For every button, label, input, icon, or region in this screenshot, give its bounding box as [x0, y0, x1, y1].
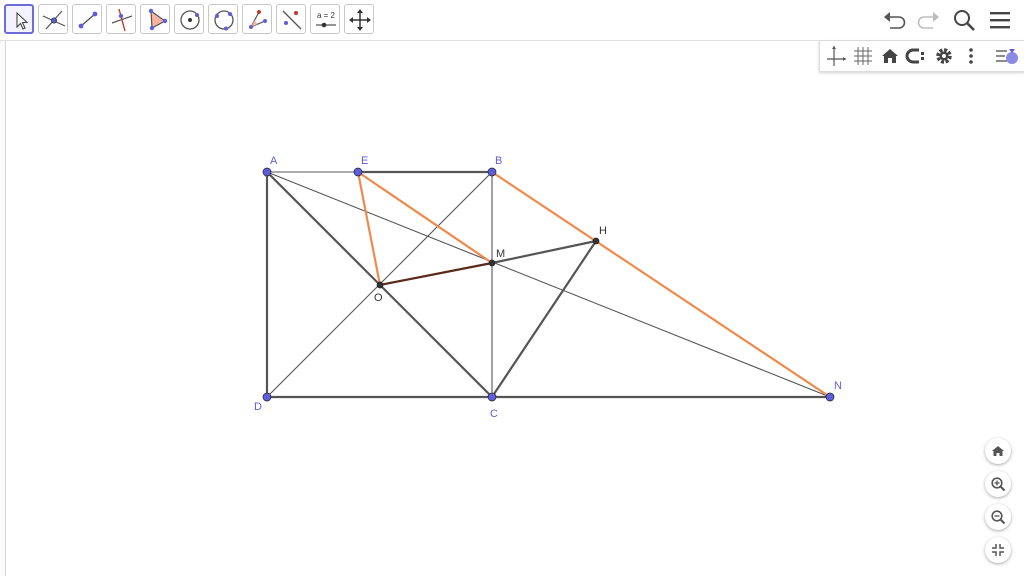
- intersect-point-icon: [42, 10, 66, 30]
- segments-layer: [265, 170, 832, 399]
- svg-text:a = 2: a = 2: [317, 11, 336, 20]
- point-label-d: D: [254, 401, 262, 413]
- point-e[interactable]: [353, 167, 363, 177]
- graphics-view[interactable]: A B C D E N M O H: [6, 41, 1024, 576]
- home-icon: [992, 446, 1004, 456]
- points-layer: A B C D E N M O H: [254, 155, 842, 420]
- point-label-b: B: [495, 155, 502, 167]
- move-arrows-icon: [349, 9, 371, 31]
- perpendicular-line-icon: [111, 8, 133, 32]
- circle-three-points-icon: [214, 10, 234, 31]
- zoom-in-button[interactable]: [985, 471, 1011, 497]
- exit-fullscreen-icon: [992, 544, 1004, 556]
- polygon-tool-button[interactable]: [140, 4, 170, 34]
- segment-mh[interactable]: [490, 239, 598, 265]
- point-o[interactable]: [376, 281, 384, 289]
- zoom-in-icon: [991, 477, 1006, 492]
- segment-bn[interactable]: [490, 170, 832, 399]
- segment-an[interactable]: [266, 171, 831, 398]
- move-tool-button[interactable]: [4, 4, 34, 34]
- point-c[interactable]: [487, 392, 497, 402]
- segment-icon: [78, 11, 98, 29]
- search-button[interactable]: [950, 6, 978, 34]
- reflect-tool-button[interactable]: [276, 4, 306, 34]
- slider-icon: a = 2: [316, 11, 336, 28]
- segment-om[interactable]: [378, 261, 494, 287]
- main-toolbar: a = 2: [0, 0, 1024, 41]
- point-label-n: N: [834, 380, 842, 392]
- cursor-arrow-icon: [16, 11, 29, 30]
- point-h[interactable]: [592, 237, 600, 245]
- move-view-tool-button[interactable]: [344, 4, 374, 34]
- angle-tool-button[interactable]: [242, 4, 272, 34]
- exit-fullscreen-button[interactable]: [985, 537, 1011, 563]
- point-m[interactable]: [488, 259, 496, 267]
- polygon-icon: [148, 8, 168, 31]
- point-label-m: M: [496, 248, 505, 260]
- segment-ch[interactable]: [490, 239, 598, 399]
- circle-three-points-tool-button[interactable]: [208, 4, 238, 34]
- main-menu-button[interactable]: [986, 6, 1014, 34]
- point-label-o: O: [374, 292, 383, 304]
- circle-center-tool-button[interactable]: [174, 4, 204, 34]
- point-n[interactable]: [825, 392, 835, 402]
- point-label-e: E: [361, 155, 368, 167]
- standard-view-zoom-button[interactable]: [985, 438, 1011, 464]
- point-a[interactable]: [262, 167, 272, 177]
- segment-eo[interactable]: [356, 170, 382, 287]
- zoom-out-icon: [991, 510, 1006, 525]
- undo-icon: [884, 12, 906, 29]
- redo-icon: [917, 12, 939, 29]
- slider-tool-button[interactable]: a = 2: [310, 4, 340, 34]
- point-tool-button[interactable]: [38, 4, 68, 34]
- point-label-a: A: [270, 155, 278, 167]
- circle-center-point-icon: [180, 10, 200, 30]
- point-label-h: H: [599, 225, 607, 237]
- point-d[interactable]: [262, 392, 272, 402]
- segment-em[interactable]: [356, 170, 494, 265]
- search-icon: [954, 10, 975, 31]
- segment-tool-button[interactable]: [72, 4, 102, 34]
- point-b[interactable]: [487, 167, 497, 177]
- reflect-line-icon: [282, 10, 302, 30]
- point-label-c: C: [490, 408, 498, 420]
- redo-button[interactable]: [915, 6, 943, 34]
- undo-button[interactable]: [880, 6, 908, 34]
- angle-icon: [249, 10, 267, 29]
- menu-icon: [990, 12, 1010, 29]
- zoom-out-button[interactable]: [985, 504, 1011, 530]
- perpendicular-line-tool-button[interactable]: [106, 4, 136, 34]
